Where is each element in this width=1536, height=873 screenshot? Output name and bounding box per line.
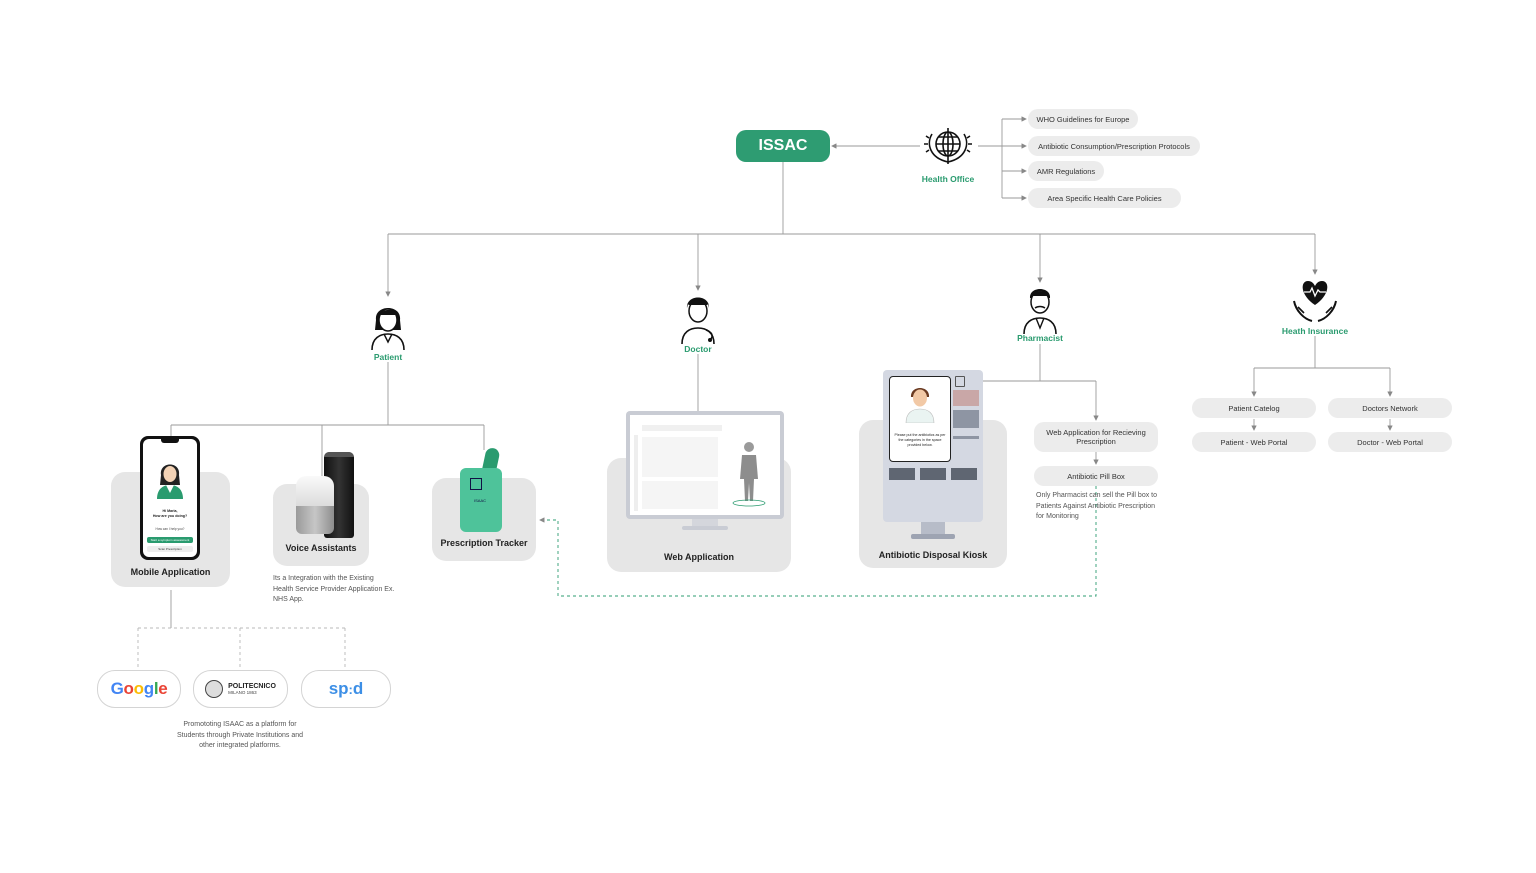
patient-catalog[interactable]: Patient Catelog (1192, 398, 1316, 418)
pharmacist-role-label: Pharmacist (1017, 333, 1063, 343)
web-application-label: Web Application (663, 552, 734, 562)
kiosk-assistant-avatar (904, 383, 936, 424)
ho-item-who[interactable]: WHO Guidelines for Europe (1028, 109, 1138, 129)
symptom-assessment-button[interactable]: Start a symptom assessment (147, 537, 193, 543)
ho-item-antibiotic-protocols[interactable]: Antibiotic Consumption/Prescription Prot… (1028, 136, 1200, 156)
partners-note: Promototing ISAAC as a platform for Stud… (176, 721, 304, 749)
tracker-device-text: ISAAC (474, 498, 487, 503)
pill-box-note: Only Pharmacist can sell the Pill box to… (1036, 492, 1157, 520)
speed-logo-card[interactable]: sp:d (301, 670, 391, 708)
voice-assistants-label: Voice Assistants (285, 543, 357, 553)
assistant-avatar (155, 459, 185, 499)
pharmacist-web-app[interactable]: Web Application for Recieving Prescripti… (1034, 422, 1158, 452)
patient-web-portal[interactable]: Patient - Web Portal (1192, 432, 1316, 452)
polimi-logo-card[interactable]: POLITECNICO MILANO 1863 (193, 670, 288, 708)
disposal-slot-3 (951, 468, 977, 480)
kiosk-screen-text: Please put the antibiotics as per the ca… (894, 433, 946, 447)
google-logo: Google (110, 679, 168, 698)
doctor-role-label: Doctor (684, 344, 712, 354)
heart-hands-icon (1290, 275, 1340, 325)
monitor-mockup (626, 411, 784, 531)
doctors-network[interactable]: Doctors Network (1328, 398, 1452, 418)
phone-notch (161, 439, 179, 443)
doctor-avatar-icon (678, 290, 718, 345)
smart-speaker-short-icon (296, 476, 334, 534)
voice-assistants-note: Its a Integration with the Existing Heal… (273, 575, 395, 603)
issac-central-node[interactable]: ISSAC (736, 130, 830, 162)
speed-logo: sp:d (328, 679, 364, 698)
insurance-role-label: Heath Insurance (1281, 326, 1349, 336)
antibiotic-pill-box[interactable]: Antibiotic Pill Box (1034, 466, 1158, 486)
keypad (953, 410, 979, 428)
patient-role-label: Patient (373, 352, 403, 362)
disposal-slot-2 (920, 468, 946, 480)
qr-code-icon (470, 478, 482, 490)
disposal-slot-1 (889, 468, 915, 480)
prescription-tracker-label: Prescription Tracker (440, 538, 528, 548)
google-logo-card[interactable]: Google (97, 670, 181, 708)
scan-prescription-button[interactable]: Scan Prescription (147, 546, 193, 552)
polimi-logo-subtext: MILANO 1863 (228, 690, 257, 695)
phone-greeting: Hi Maria, How are you doing? (152, 509, 188, 518)
pharmacist-avatar-icon (1020, 282, 1060, 335)
phone-help-text: How can I help you? (155, 527, 185, 531)
ho-item-amr[interactable]: AMR Regulations (1028, 161, 1104, 181)
kiosk-label: Antibiotic Disposal Kiosk (878, 550, 988, 560)
doctor-web-portal[interactable]: Doctor - Web Portal (1328, 432, 1452, 452)
patient-avatar-icon (368, 298, 408, 351)
health-office-emblem (920, 122, 976, 170)
tracker-device: ISAAC (460, 446, 504, 532)
mobile-application-label: Mobile Application (130, 567, 211, 577)
polimi-logo-text: POLITECNICO (228, 683, 276, 690)
phone-mockup: Hi Maria, How are you doing? How can I h… (140, 436, 200, 560)
trash-icon (955, 376, 965, 387)
polimi-seal-icon (205, 680, 224, 698)
health-office-label: Health Office (921, 174, 975, 184)
ho-item-area-policies[interactable]: Area Specific Health Care Policies (1028, 188, 1181, 208)
kiosk-mockup: Please put the antibiotics as per the ca… (883, 370, 983, 540)
